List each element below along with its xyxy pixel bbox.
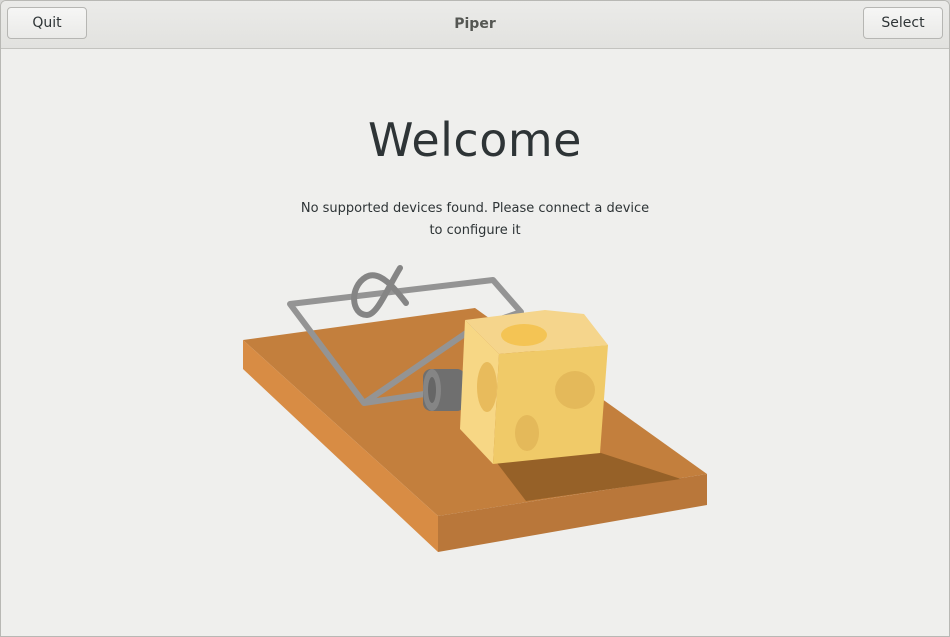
mousetrap-with-cheese-icon [243, 265, 707, 552]
piper-window: Quit Piper Select Welcome No supported d… [0, 0, 950, 637]
